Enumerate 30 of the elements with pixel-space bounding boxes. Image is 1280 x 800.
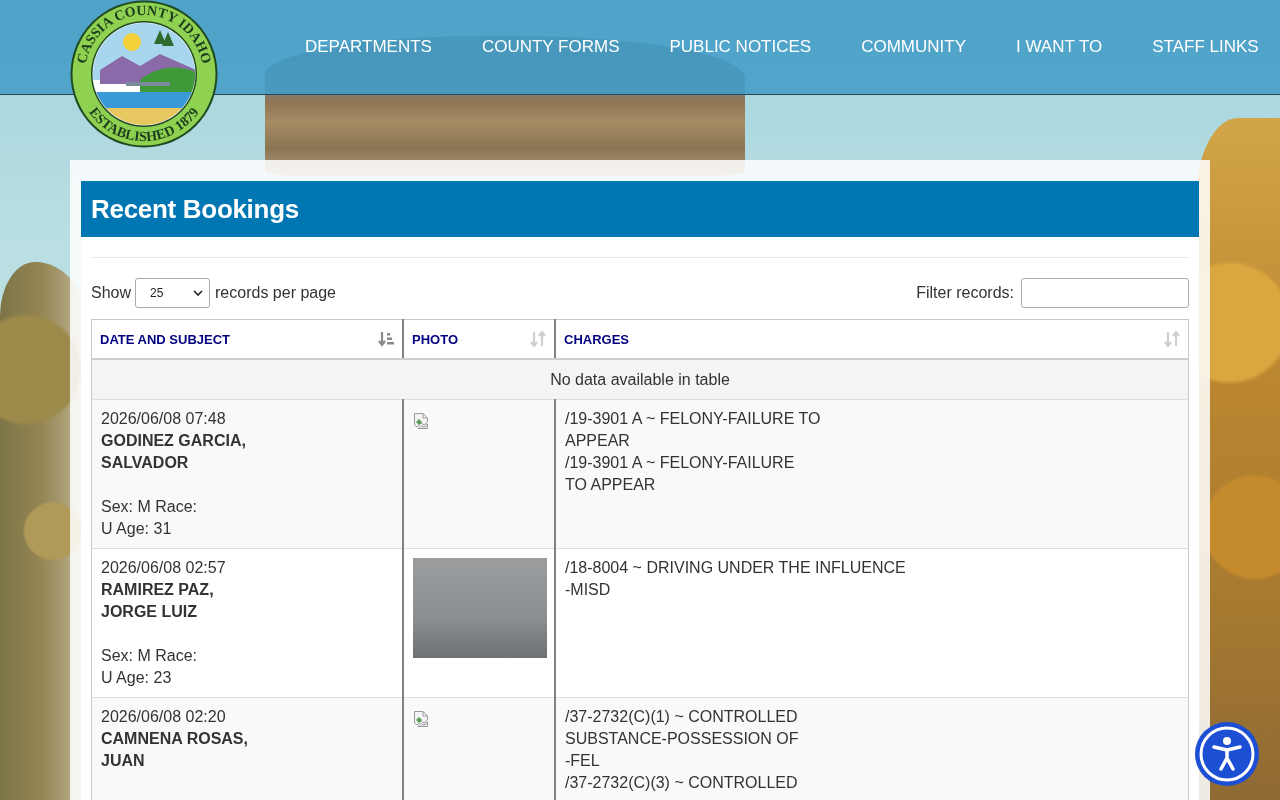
nav-link[interactable]: COUNTY FORMS — [481, 37, 620, 57]
booking-date: 2026/06/08 02:20 — [101, 707, 227, 727]
subject-name: RAMIREZ PAZ, JORGE LUIZ — [101, 580, 215, 622]
broken-image-icon — [413, 711, 429, 727]
nav-link[interactable]: STAFF LINKS — [1152, 37, 1259, 57]
nav-link[interactable]: I WANT TO — [1016, 37, 1103, 57]
subject-details: Sex: M Race: U Age: 31 — [101, 497, 199, 539]
charge-text: /37-2732(C)(3) ~ CONTROLLED — [565, 773, 799, 793]
records-per-page-select[interactable]: 25 — [135, 278, 211, 308]
page-heading: Recent Bookings — [81, 181, 1199, 237]
subject-name: CAMNENA ROSAS, JUAN — [101, 729, 249, 771]
empty-table-message: No data available in table — [91, 359, 1189, 400]
nav-link[interactable]: PUBLIC NOTICES — [669, 37, 812, 57]
filter-label: Filter records: — [916, 284, 1014, 302]
charge-text: /37-2732(C)(1) ~ CONTROLLED SUBSTANCE-POSSESSION OF -FEL — [565, 707, 800, 771]
subject-name: GODINEZ GARCIA, SALVADOR — [101, 431, 247, 473]
accessibility-person-icon — [1199, 726, 1255, 782]
charge-text: /19-3901 A ~ FELONY-FAILURE TO APPEAR — [565, 453, 796, 495]
records-per-page-label: records per page — [215, 284, 336, 302]
subject-details: Sex: M Race: U Age: 23 — [101, 646, 199, 688]
nav-link[interactable]: COMMUNITY — [861, 37, 966, 57]
nav-link[interactable]: DEPARTMENTS — [305, 37, 432, 57]
booking-date: 2026/06/08 07:48 — [101, 409, 227, 429]
charge-text: /19-3901 A ~ FELONY-FAILURE TO APPEAR — [565, 409, 822, 451]
chevron-down-icon — [193, 290, 204, 296]
charge-text: /18-8004 ~ DRIVING UNDER THE INFLUENCE -MISD — [565, 558, 907, 600]
filter-input[interactable] — [1021, 278, 1189, 308]
broken-image-icon — [413, 413, 429, 429]
show-label: Show — [91, 284, 132, 302]
booking-date: 2026/06/08 02:57 — [101, 558, 227, 578]
